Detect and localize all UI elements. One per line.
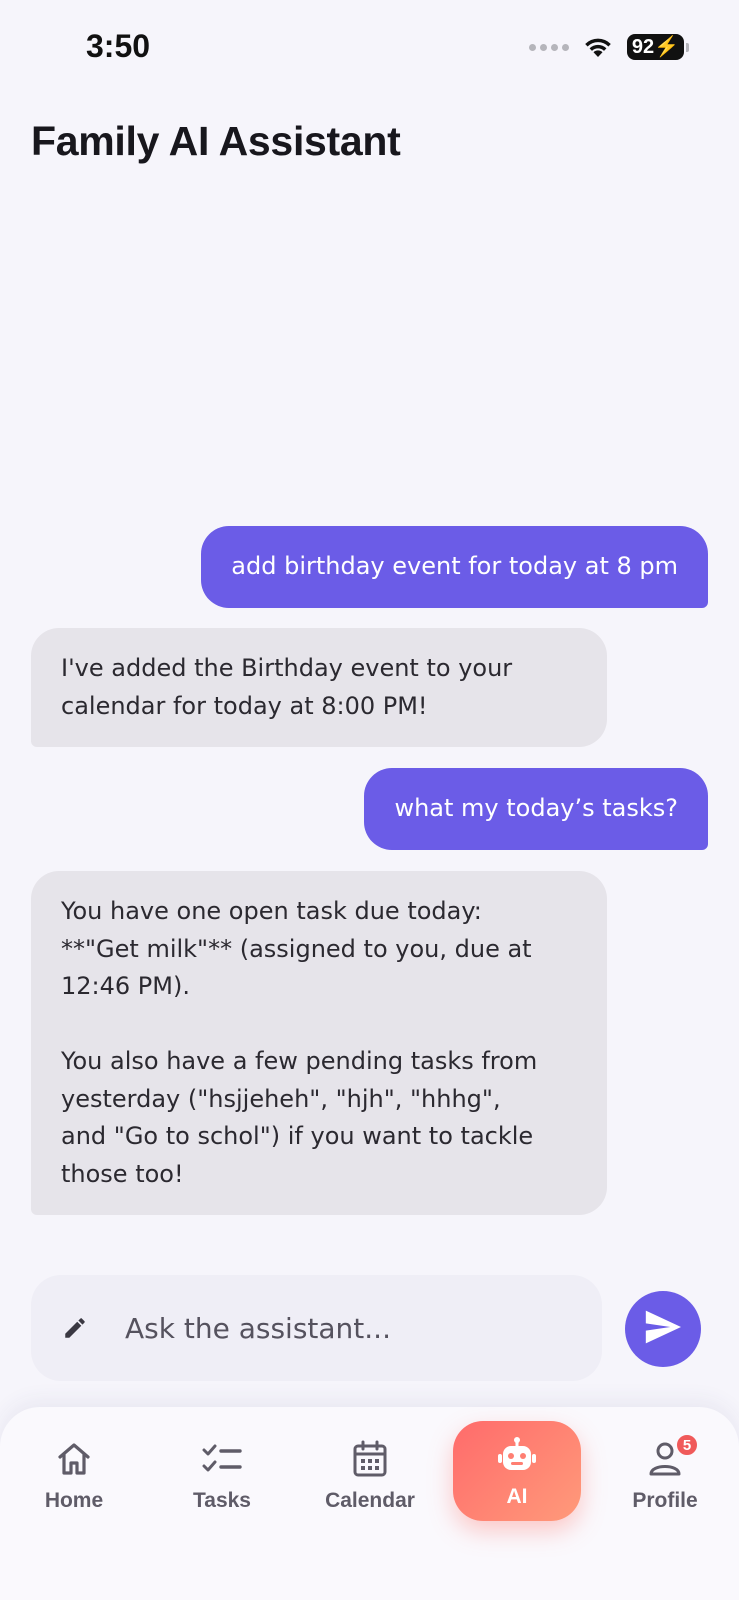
message-composer [31, 1275, 602, 1381]
tasks-icon [202, 1437, 242, 1481]
status-time: 3:50 [86, 28, 151, 64]
user-message: what my today’s tasks? [364, 768, 708, 850]
bottom-navigation: Home Tasks Calendar AI 5 Profile [0, 1407, 739, 1600]
tab-label: Profile [632, 1489, 698, 1512]
battery-level: 92 [631, 36, 655, 58]
calendar-icon [352, 1437, 388, 1481]
tab-label: Calendar [325, 1489, 415, 1512]
tab-calendar[interactable]: Calendar [306, 1425, 434, 1525]
user-message: add birthday event for today at 8 pm [201, 526, 708, 608]
tab-tasks[interactable]: Tasks [158, 1425, 286, 1525]
send-icon [643, 1309, 683, 1349]
home-icon [56, 1437, 92, 1481]
tab-profile[interactable]: 5 Profile [601, 1425, 729, 1525]
message-input[interactable] [125, 1311, 565, 1345]
tab-label: Tasks [193, 1489, 251, 1512]
tab-label: AI [506, 1485, 528, 1508]
assistant-message: You have one open task due today: **"Get… [31, 871, 607, 1215]
page-title: Family AI Assistant [31, 118, 401, 164]
pencil-icon [61, 1314, 89, 1342]
assistant-message: I've added the Birthday event to your ca… [31, 628, 607, 747]
tab-ai[interactable]: AI [453, 1421, 581, 1521]
robot-icon [497, 1433, 537, 1477]
notification-badge: 5 [675, 1433, 699, 1457]
wifi-icon [583, 36, 613, 58]
send-button[interactable] [625, 1291, 701, 1367]
battery-icon: 92⚡ [626, 34, 689, 60]
status-bar: 3:50 92⚡ [0, 0, 739, 100]
status-indicators: 92⚡ [528, 34, 689, 60]
tab-label: Home [44, 1489, 104, 1512]
cellular-signal-icon [528, 43, 569, 51]
tab-home[interactable]: Home [10, 1425, 138, 1525]
